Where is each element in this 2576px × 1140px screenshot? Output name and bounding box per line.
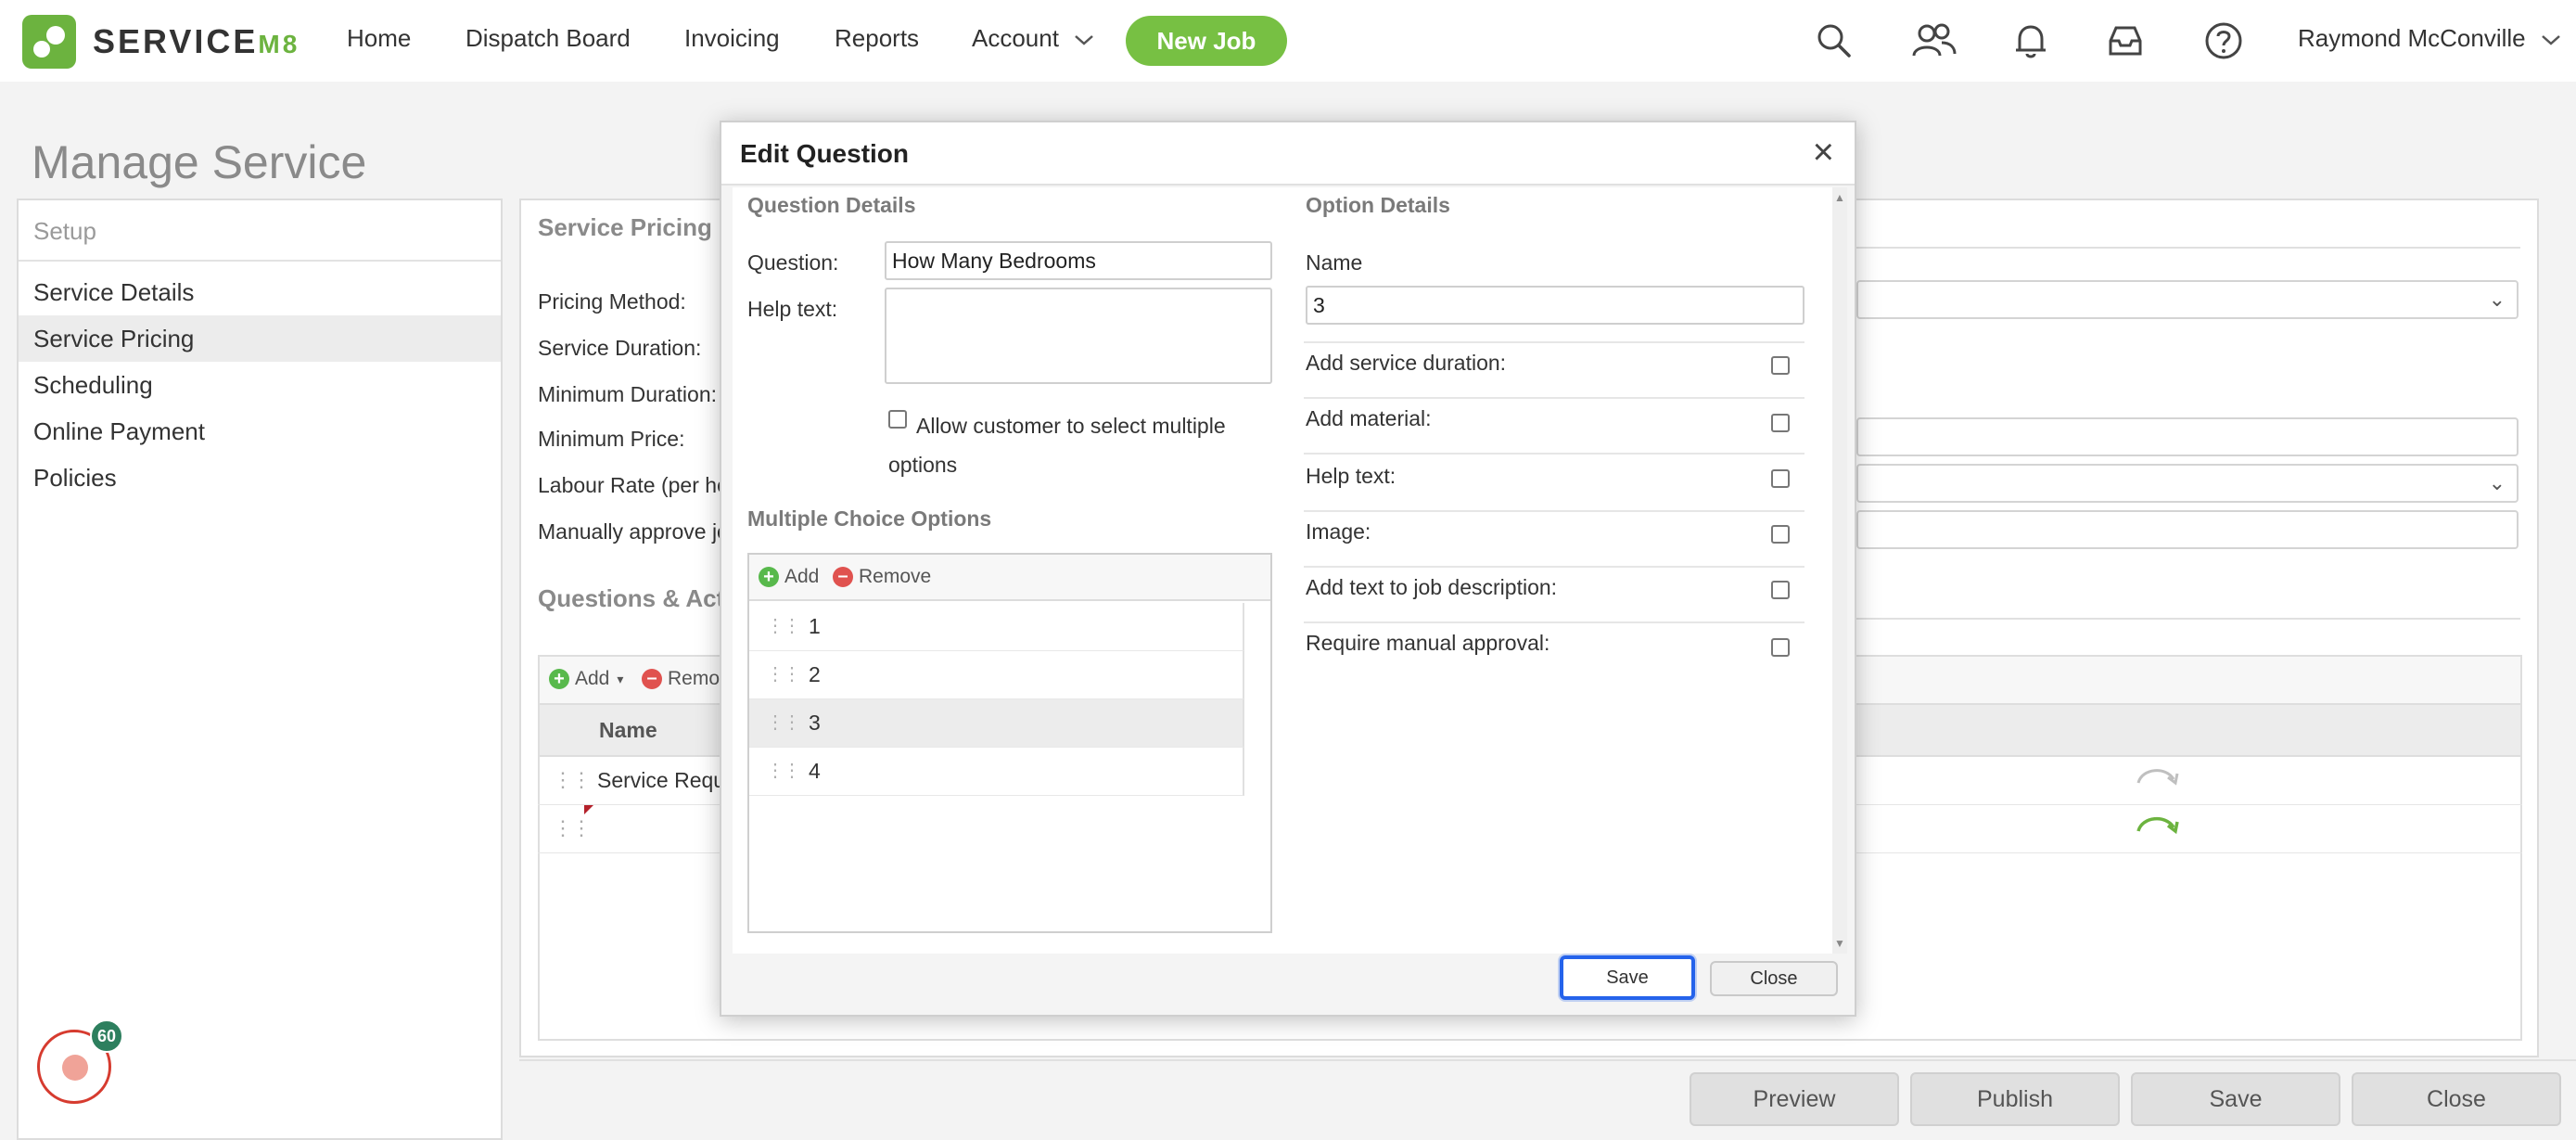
- dialog-header: Edit Question ×: [721, 122, 1855, 186]
- option-row-selected[interactable]: ⋮⋮ 3: [749, 699, 1244, 748]
- option-help-text-label: Help text:: [1306, 464, 1396, 488]
- add-job-description-label: Add text to job description:: [1306, 575, 1558, 599]
- scroll-down-icon[interactable]: ▼: [1834, 937, 1845, 950]
- option-name-label: Name: [1306, 250, 1363, 275]
- option-row[interactable]: ⋮⋮ 4: [749, 748, 1244, 796]
- option-remove-button[interactable]: – Remove: [833, 566, 931, 588]
- question-input[interactable]: [885, 241, 1272, 280]
- add-material-checkbox[interactable]: [1771, 414, 1790, 432]
- dialog-scrollbar[interactable]: ▲ ▼: [1832, 187, 1847, 954]
- dialog-close-button[interactable]: Close: [1710, 961, 1838, 996]
- question-label: Question:: [747, 250, 839, 275]
- multiple-choice-grid: + Add – Remove ⋮⋮ 1 ⋮⋮ 2 ⋮⋮ 3 ⋮⋮ 4: [747, 553, 1272, 933]
- multiple-choice-heading: Multiple Choice Options: [747, 506, 992, 531]
- remove-icon: –: [833, 567, 853, 587]
- option-details-heading: Option Details: [1306, 193, 1450, 217]
- close-icon[interactable]: ×: [1813, 134, 1834, 171]
- allow-multiple-label: Allow customer to select multiple option…: [888, 414, 1226, 477]
- option-value: 4: [809, 759, 821, 783]
- question-details-heading: Question Details: [747, 193, 916, 217]
- option-add-button[interactable]: + Add: [759, 566, 819, 588]
- dialog-save-button[interactable]: Save: [1560, 955, 1695, 1000]
- image-label: Image:: [1306, 519, 1371, 544]
- add-material-label: Add material:: [1306, 406, 1432, 430]
- require-manual-approval-checkbox[interactable]: [1771, 638, 1790, 657]
- option-help-text-checkbox[interactable]: [1771, 469, 1790, 488]
- dialog-title: Edit Question: [740, 139, 909, 168]
- help-text-input[interactable]: [885, 288, 1272, 384]
- image-checkbox[interactable]: [1771, 525, 1790, 544]
- add-job-description-checkbox[interactable]: [1771, 581, 1790, 599]
- option-value: 2: [809, 662, 821, 686]
- option-row[interactable]: ⋮⋮ 2: [749, 651, 1244, 699]
- option-value: 3: [809, 711, 821, 735]
- add-service-duration-label: Add service duration:: [1306, 351, 1507, 375]
- option-add-label: Add: [784, 566, 820, 587]
- drag-handle-icon[interactable]: ⋮⋮: [766, 759, 801, 782]
- multiple-choice-toolbar: + Add – Remove: [749, 555, 1270, 601]
- option-remove-label: Remove: [859, 566, 932, 587]
- option-name-input[interactable]: [1306, 286, 1804, 325]
- option-row[interactable]: ⋮⋮ 1: [749, 603, 1244, 651]
- require-manual-approval-label: Require manual approval:: [1306, 631, 1550, 655]
- drag-handle-icon[interactable]: ⋮⋮: [766, 711, 801, 734]
- scroll-up-icon[interactable]: ▲: [1834, 191, 1845, 204]
- drag-handle-icon[interactable]: ⋮⋮: [766, 662, 801, 685]
- option-value: 1: [809, 614, 821, 638]
- add-service-duration-checkbox[interactable]: [1771, 356, 1790, 375]
- add-icon: +: [759, 567, 779, 587]
- drag-handle-icon[interactable]: ⋮⋮: [766, 614, 801, 637]
- help-text-label: Help text:: [747, 297, 838, 321]
